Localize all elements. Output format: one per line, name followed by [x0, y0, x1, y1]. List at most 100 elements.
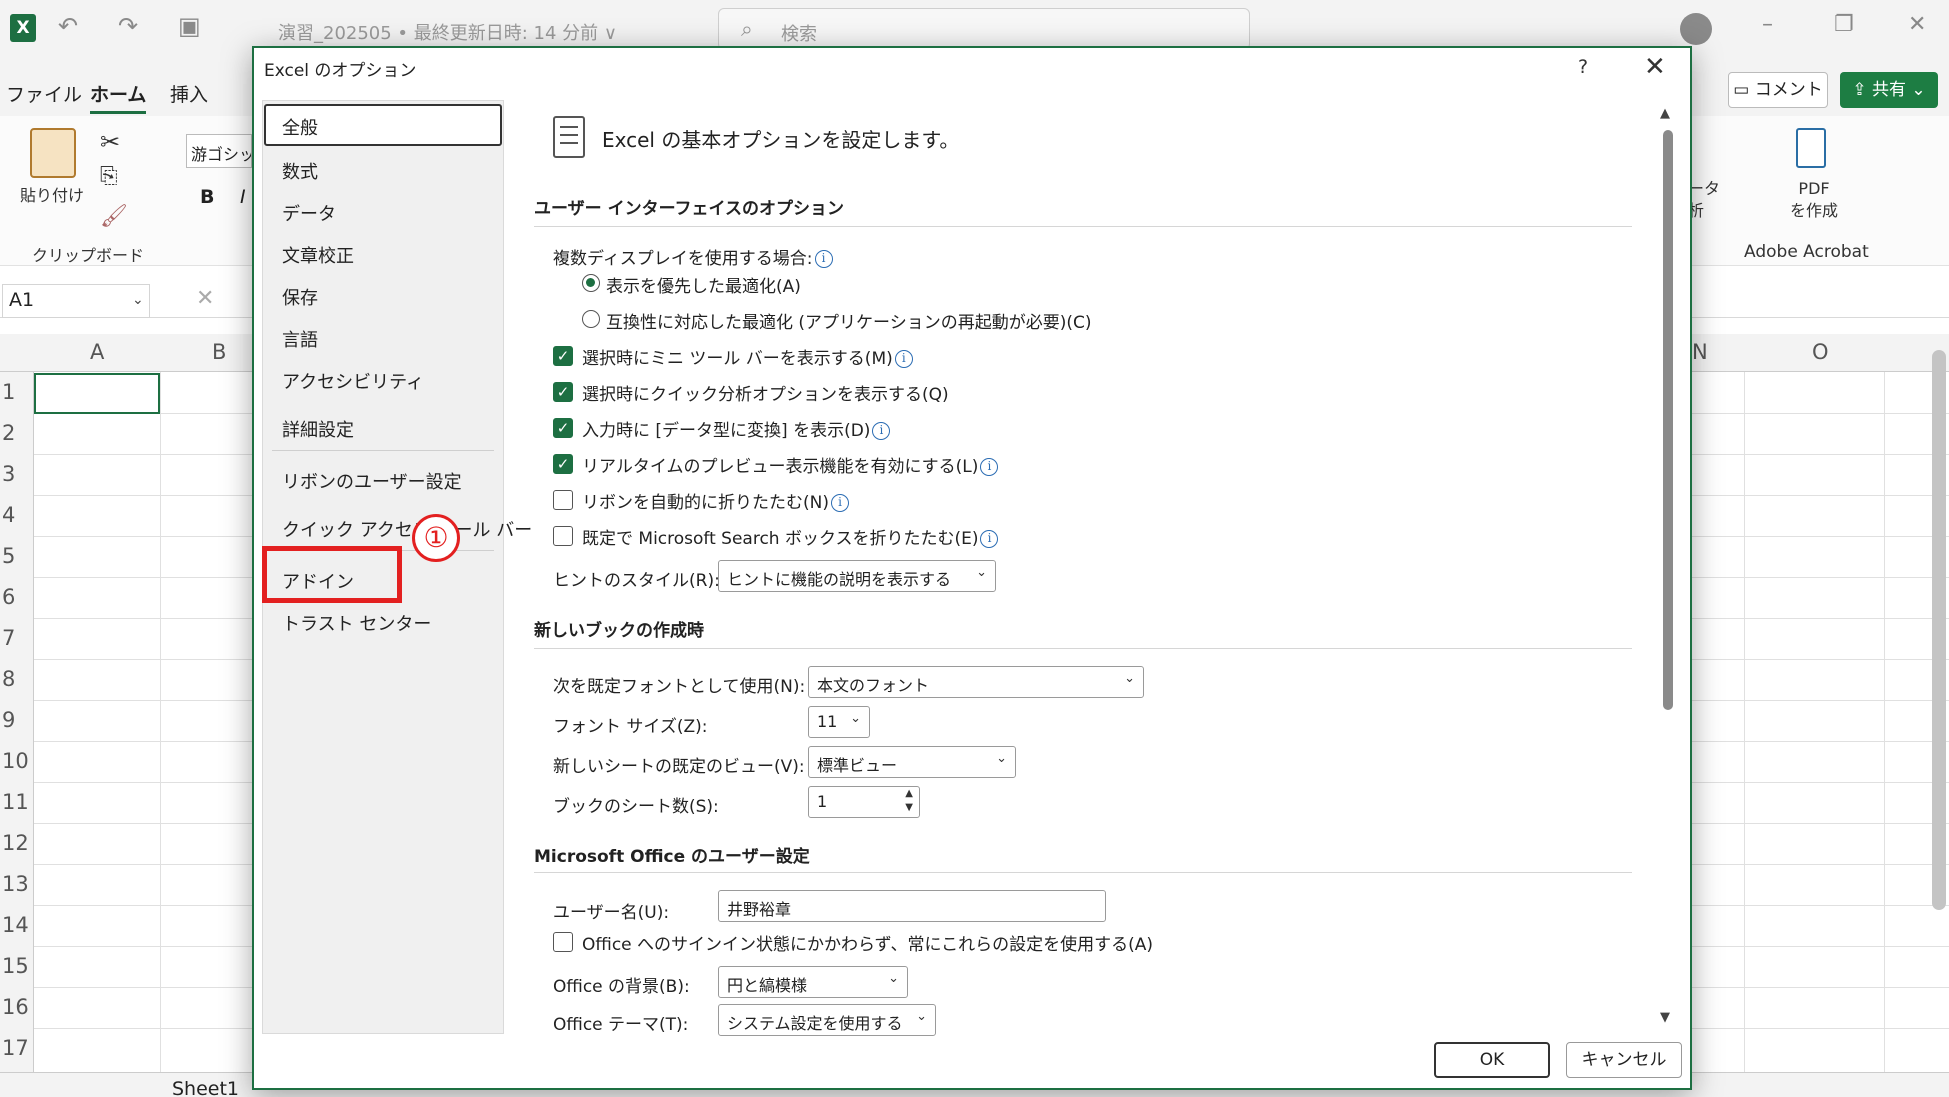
menu-home[interactable]: ホーム: [90, 80, 147, 114]
row-header[interactable]: 7: [2, 626, 15, 650]
pdf-icon[interactable]: [1796, 128, 1826, 168]
nav-item-save[interactable]: 保存: [282, 284, 318, 310]
row-header[interactable]: 14: [2, 913, 29, 937]
row-header[interactable]: 17: [2, 1036, 29, 1060]
radio-optimize-compat-label[interactable]: 互換性に対応した最適化 (アプリケーションの再起動が必要)(C): [606, 308, 1091, 333]
name-box[interactable]: A1: [2, 284, 150, 318]
window-close-icon[interactable]: ✕: [1908, 12, 1926, 37]
row-header[interactable]: 5: [2, 544, 15, 568]
ok-button[interactable]: OK: [1434, 1042, 1550, 1078]
checkbox-mini-toolbar[interactable]: ✓: [553, 346, 573, 366]
document-title[interactable]: 演習_202505 • 最終更新日時: 14 分前 ∨: [278, 19, 617, 45]
checkbox-live-preview[interactable]: ✓: [553, 454, 573, 474]
info-icon[interactable]: i: [830, 494, 849, 512]
chevron-down-icon[interactable]: ⌄: [132, 292, 144, 308]
collapse-ribbon-label[interactable]: リボンを自動的に折りたたむ(N) i: [582, 488, 849, 513]
info-icon[interactable]: i: [980, 458, 999, 476]
tooltip-style-select[interactable]: ヒントに機能の説明を表示する ⌄: [718, 560, 996, 592]
font-name-box[interactable]: 游ゴシック: [186, 134, 252, 168]
info-icon[interactable]: i: [894, 350, 913, 368]
collapse-search-label[interactable]: 既定で Microsoft Search ボックスを折りたたむ(E) i: [582, 524, 999, 549]
quick-analysis-label[interactable]: 選択時にクイック分析オプションを表示する(Q): [582, 380, 949, 405]
row-header[interactable]: 13: [2, 872, 29, 896]
cancel-button[interactable]: キャンセル: [1566, 1042, 1682, 1078]
nav-item-advanced[interactable]: 詳細設定: [282, 416, 354, 442]
data-type-label[interactable]: 入力時に [データ型に変換] を表示(D) i: [582, 416, 891, 441]
stepper-arrows-icon[interactable]: ▲ ▼: [905, 787, 913, 815]
sheet-count-stepper[interactable]: 1 ▲ ▼: [808, 786, 920, 818]
nav-item-customize-ribbon[interactable]: リボンのユーザー設定: [282, 468, 462, 494]
nav-item-language[interactable]: 言語: [282, 326, 318, 352]
info-icon[interactable]: i: [872, 422, 891, 440]
live-preview-label[interactable]: リアルタイムのプレビュー表示機能を有効にする(L) i: [582, 452, 999, 477]
nav-item-accessibility[interactable]: アクセシビリティ: [282, 368, 424, 394]
row-header[interactable]: 1: [2, 380, 15, 404]
menu-file[interactable]: ファイル: [6, 80, 82, 107]
search-box[interactable]: ⌕ 検索: [718, 8, 1250, 50]
default-view-select[interactable]: 標準ビュー ⌄: [808, 746, 1016, 778]
column-header[interactable]: N: [1692, 340, 1708, 364]
checkbox-always-use[interactable]: [553, 932, 573, 952]
nav-item-trust-center[interactable]: トラスト センター: [282, 610, 431, 636]
dialog-close-button[interactable]: ✕: [1644, 52, 1666, 82]
redo-icon[interactable]: ↷: [118, 12, 138, 40]
data-analysis-label[interactable]: ータ 析: [1688, 178, 1720, 222]
column-header[interactable]: A: [90, 340, 104, 364]
nav-item-quick-access-toolbar[interactable]: クイック アクセス ツール バー: [282, 516, 532, 542]
bold-button[interactable]: B: [200, 186, 214, 208]
row-header[interactable]: 4: [2, 503, 15, 527]
paste-icon[interactable]: [30, 128, 76, 178]
nav-item-general[interactable]: 全般: [282, 114, 318, 140]
username-input[interactable]: 井野裕章: [718, 890, 1106, 922]
mini-toolbar-label[interactable]: 選択時にミニ ツール バーを表示する(M) i: [582, 344, 913, 369]
nav-item-data[interactable]: データ: [282, 200, 336, 226]
content-scroll-thumb[interactable]: [1663, 130, 1673, 710]
row-header[interactable]: 2: [2, 421, 15, 445]
checkbox-collapse-ribbon[interactable]: [553, 490, 573, 510]
row-header[interactable]: 12: [2, 831, 29, 855]
cancel-entry-icon[interactable]: ✕: [196, 286, 214, 311]
radio-optimize-compat[interactable]: [582, 310, 600, 328]
nav-item-proofing[interactable]: 文章校正: [282, 242, 354, 268]
scroll-down-icon[interactable]: ▼: [1660, 1010, 1670, 1025]
row-header[interactable]: 3: [2, 462, 15, 486]
radio-optimize-display-label[interactable]: 表示を優先した最適化(A): [606, 272, 801, 297]
selected-cell[interactable]: [34, 373, 160, 414]
info-icon[interactable]: i: [980, 530, 999, 548]
paste-label[interactable]: 貼り付け: [20, 182, 84, 206]
row-header[interactable]: 11: [2, 790, 29, 814]
checkbox-collapse-search[interactable]: [553, 526, 573, 546]
italic-button[interactable]: I: [240, 186, 246, 208]
row-header[interactable]: 6: [2, 585, 15, 609]
default-font-select[interactable]: 本文のフォント ⌄: [808, 666, 1144, 698]
row-header[interactable]: 9: [2, 708, 15, 732]
row-header[interactable]: 15: [2, 954, 29, 978]
sheet-tab[interactable]: Sheet1: [172, 1078, 239, 1097]
office-background-select[interactable]: 円と縞模様 ⌄: [718, 966, 908, 998]
minimize-icon[interactable]: –: [1762, 12, 1773, 37]
office-theme-select[interactable]: システム設定を使用する ⌄: [718, 1004, 936, 1036]
share-button[interactable]: ⇪ 共有 ⌄: [1840, 72, 1938, 108]
avatar[interactable]: [1680, 13, 1712, 45]
comment-button[interactable]: ▭ コメント: [1728, 72, 1828, 108]
format-painter-icon[interactable]: 🖌: [100, 204, 128, 229]
row-header[interactable]: 16: [2, 995, 29, 1019]
checkbox-quick-analysis[interactable]: ✓: [553, 382, 573, 402]
row-header[interactable]: 10: [2, 749, 29, 773]
help-button[interactable]: ?: [1578, 56, 1588, 78]
copy-icon[interactable]: ⎘: [100, 164, 118, 189]
sheet-scrollbar[interactable]: [1932, 350, 1946, 910]
column-header[interactable]: O: [1812, 340, 1829, 364]
nav-item-formulas[interactable]: 数式: [282, 158, 318, 184]
menu-insert[interactable]: 挿入: [170, 80, 208, 107]
undo-icon[interactable]: ↶: [58, 12, 78, 40]
always-use-label[interactable]: Office へのサインイン状態にかかわらず、常にこれらの設定を使用する(A): [582, 930, 1153, 955]
radio-optimize-display[interactable]: [582, 274, 600, 292]
row-header[interactable]: 8: [2, 667, 15, 691]
column-header[interactable]: B: [212, 340, 226, 364]
restore-icon[interactable]: ❐: [1834, 12, 1854, 37]
save-icon[interactable]: ▣: [178, 12, 201, 40]
info-icon[interactable]: i: [814, 250, 833, 268]
cut-icon[interactable]: ✂: [100, 128, 120, 156]
scroll-up-icon[interactable]: ▲: [1660, 106, 1670, 121]
